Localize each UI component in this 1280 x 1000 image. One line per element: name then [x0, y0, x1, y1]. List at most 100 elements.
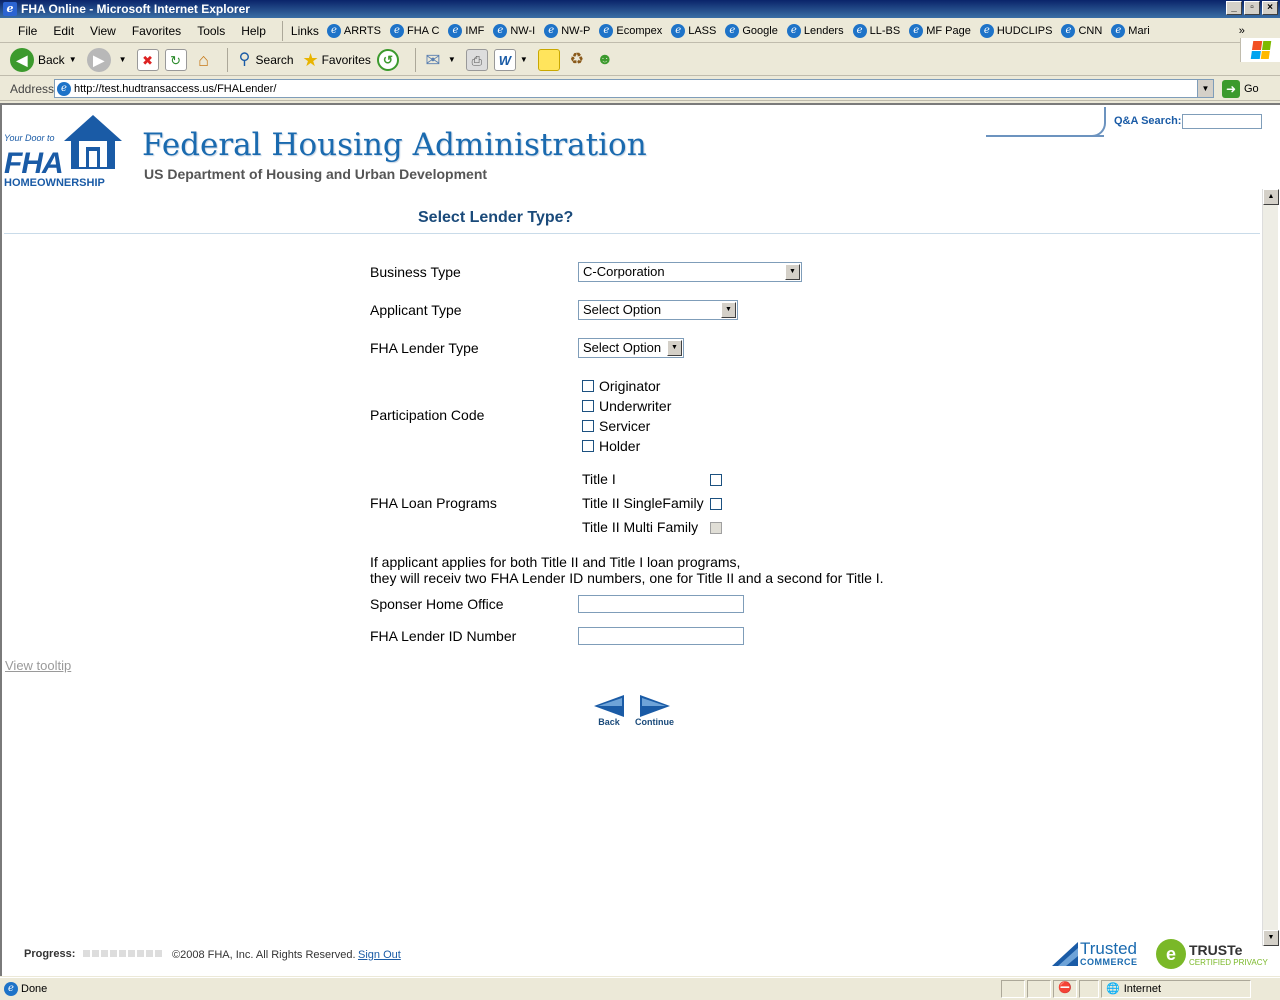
ie-page-icon: e	[448, 23, 463, 38]
edit-dropdown-icon[interactable]: ▼	[520, 55, 528, 64]
lender-type-label: FHA Lender Type	[370, 340, 479, 356]
address-label: Address	[10, 81, 55, 96]
search-icon: ⚲	[238, 50, 251, 68]
go-button[interactable]: ➜ Go	[1222, 79, 1259, 98]
continue-nav-button[interactable]: Continue	[635, 695, 674, 727]
history-button[interactable]: ↺	[376, 48, 403, 71]
links-more-chevron[interactable]: »	[1239, 25, 1245, 37]
ie-page-icon: e	[544, 23, 559, 38]
forward-dropdown-icon[interactable]: ▼	[119, 55, 127, 64]
qa-search-input[interactable]	[1182, 114, 1262, 129]
sign-out-link[interactable]: Sign Out	[358, 949, 401, 961]
loan-programs-label: FHA Loan Programs	[370, 495, 497, 511]
link-imf[interactable]: e IMF	[448, 23, 484, 38]
forward-arrow-icon: ▶	[86, 47, 111, 72]
mail-button[interactable]: ✉ ▼	[422, 49, 460, 71]
participation-originator[interactable]: Originator	[582, 378, 660, 394]
menu-view[interactable]: View	[82, 24, 124, 38]
page-content: Your Door to FHA HOMEOWNERSHIP Federal H…	[0, 103, 1280, 976]
truste-badge[interactable]: e TRUSTe CERTIFIED PRIVACY	[1156, 939, 1268, 969]
view-tooltip-link[interactable]: View tooltip	[5, 658, 71, 673]
toolbar-separator	[226, 47, 228, 72]
link-fha-c[interactable]: e FHA C	[390, 23, 439, 38]
minimize-button[interactable]: _	[1226, 1, 1242, 15]
servicer-checkbox[interactable]	[582, 420, 594, 432]
logo-homeownership-text: HOMEOWNERSHIP	[4, 177, 105, 189]
title-i-checkbox[interactable]	[710, 474, 722, 486]
underwriter-checkbox[interactable]	[582, 400, 594, 412]
address-dropdown-icon[interactable]: ▼	[1197, 80, 1213, 97]
link-ll-bs[interactable]: e LL-BS	[852, 23, 900, 38]
edit-button[interactable]: W ▼	[493, 48, 532, 71]
fha-logo[interactable]: Your Door to FHA HOMEOWNERSHIP	[4, 113, 126, 191]
notes-button[interactable]	[537, 48, 560, 71]
lender-id-input[interactable]	[578, 627, 744, 645]
link-cnn[interactable]: e CNN	[1061, 23, 1102, 38]
back-dropdown-icon[interactable]: ▼	[69, 55, 77, 64]
participation-holder[interactable]: Holder	[582, 438, 640, 454]
print-button[interactable]: ⎙	[465, 48, 488, 71]
ie-page-icon: e	[1061, 23, 1076, 38]
refresh-button[interactable]: ↻	[164, 48, 187, 71]
messenger-button[interactable]: ☻	[594, 49, 616, 71]
ie-page-icon: e	[1111, 23, 1126, 38]
security-zone[interactable]: 🌐 Internet	[1101, 979, 1251, 998]
logo-tagline: Your Door to	[4, 133, 55, 143]
link-arrts[interactable]: e ARRTS	[326, 23, 381, 38]
copyright-text: ©2008 FHA, Inc. All Rights Reserved.	[172, 949, 356, 961]
vertical-scrollbar[interactable]: ▲ ▼	[1262, 189, 1279, 946]
forward-button[interactable]: ▶ ▼	[86, 47, 131, 72]
window-title: FHA Online - Microsoft Internet Explorer	[21, 2, 250, 16]
back-nav-button[interactable]: Back	[594, 695, 624, 727]
link-lass[interactable]: e LASS	[671, 23, 716, 38]
link-nw-p[interactable]: e NW-P	[544, 23, 590, 38]
scroll-up-icon[interactable]: ▲	[1263, 189, 1279, 205]
trusted-commerce-badge[interactable]: Trusted COMMERCE	[1052, 940, 1138, 967]
note-line-1: If applicant applies for both Title II a…	[370, 554, 741, 570]
ie-page-icon: e	[671, 23, 686, 38]
research-icon: ♻	[569, 50, 584, 68]
lender-type-select[interactable]: Select Option ▼	[578, 338, 684, 358]
menu-edit[interactable]: Edit	[45, 24, 82, 38]
back-button[interactable]: ◀ Back ▼	[10, 47, 81, 72]
scroll-down-icon[interactable]: ▼	[1263, 930, 1279, 946]
applicant-type-select[interactable]: Select Option ▼	[578, 300, 738, 320]
sponsor-home-office-label: Sponser Home Office	[370, 596, 504, 612]
chevron-down-icon: ▼	[667, 340, 682, 356]
toolbar-separator	[414, 47, 416, 72]
participation-underwriter[interactable]: Underwriter	[582, 398, 671, 414]
link-nw-i[interactable]: e NW-I	[493, 23, 535, 38]
link-mf-page[interactable]: e MF Page	[909, 23, 971, 38]
link-mari[interactable]: e Mari	[1111, 23, 1150, 38]
business-type-select[interactable]: C-Corporation ▼	[578, 262, 802, 282]
title-ii-singlefamily-checkbox[interactable]	[710, 498, 722, 510]
favorites-button[interactable]: ★ Favorites	[300, 49, 370, 71]
menu-file[interactable]: File	[10, 24, 45, 38]
ie-page-icon: e	[786, 23, 801, 38]
menu-help[interactable]: Help	[233, 24, 274, 38]
originator-checkbox[interactable]	[582, 380, 594, 392]
links-bar: Links e ARRTS e FHA C e IMF e NW-I e NW-P e Ec…	[281, 20, 1245, 41]
close-button[interactable]: ×	[1262, 1, 1278, 15]
link-ecompex[interactable]: e Ecompex	[599, 23, 662, 38]
link-lenders[interactable]: e Lenders	[786, 23, 844, 38]
maximize-button[interactable]: ▫	[1244, 1, 1260, 15]
ie-page-icon: e	[909, 23, 924, 38]
sponsor-home-office-input[interactable]	[578, 595, 744, 613]
research-button[interactable]: ♻	[566, 49, 588, 71]
participation-servicer[interactable]: Servicer	[582, 418, 650, 434]
search-button[interactable]: ⚲ Search	[234, 49, 294, 71]
popup-blocked-icon[interactable]: ⛔	[1053, 979, 1077, 998]
link-hudclips[interactable]: e HUDCLIPS	[979, 23, 1052, 38]
home-button[interactable]: ⌂	[193, 49, 215, 71]
stop-button[interactable]: ✖	[136, 48, 159, 71]
mail-dropdown-icon[interactable]: ▼	[448, 55, 456, 64]
holder-checkbox[interactable]	[582, 440, 594, 452]
truste-subtitle: CERTIFIED PRIVACY	[1189, 957, 1268, 967]
address-input[interactable]: e http://test.hudtransaccess.us/FHALende…	[54, 79, 1214, 98]
link-google[interactable]: e Google	[725, 23, 778, 38]
window-titlebar: e FHA Online - Microsoft Internet Explor…	[0, 0, 1280, 18]
title-ii-multifamily-label: Title II Multi Family	[582, 519, 699, 535]
menu-tools[interactable]: Tools	[189, 24, 233, 38]
menu-favorites[interactable]: Favorites	[124, 24, 189, 38]
